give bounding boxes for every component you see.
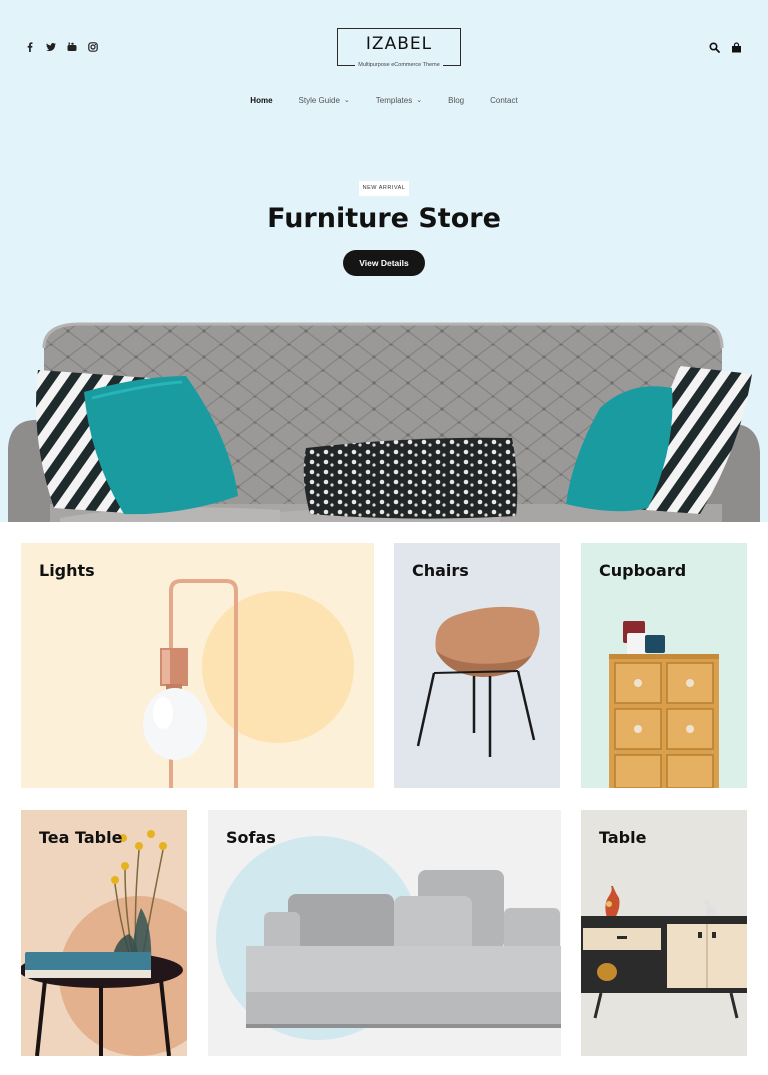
nav-item-contact[interactable]: Contact	[490, 96, 518, 105]
site-logo[interactable]: IZABEL Multipurpose eCommerce Theme	[337, 28, 461, 69]
hero-title: Furniture Store	[267, 203, 501, 234]
nav-item-label: Templates	[375, 96, 413, 105]
chevron-down-icon: ⌄	[343, 96, 350, 104]
view-details-button[interactable]: View Details	[343, 250, 425, 276]
category-label: Lights	[39, 561, 95, 580]
search-icon[interactable]	[708, 41, 720, 53]
hero-sofa-image	[8, 322, 760, 522]
category-tile-table[interactable]: Table	[581, 810, 747, 1056]
new-arrival-badge: NEW ARRIVAL	[359, 181, 409, 196]
nav-item-label: Blog	[448, 96, 465, 105]
category-label: Sofas	[226, 828, 276, 847]
nav-item-style-guide[interactable]: Style Guide ⌄	[299, 96, 350, 105]
page: IZABEL Multipurpose eCommerce Theme Home…	[0, 0, 768, 1075]
nav-item-label: Contact	[490, 96, 518, 105]
chevron-down-icon: ⌄	[416, 96, 423, 104]
twitter-icon[interactable]	[45, 41, 57, 53]
nav-item-templates[interactable]: Templates ⌄	[376, 96, 422, 105]
logo-name: IZABEL	[365, 34, 433, 54]
social-links	[24, 41, 99, 53]
category-label: Chairs	[412, 561, 469, 580]
logo-tagline: Multipurpose eCommerce Theme	[355, 62, 443, 69]
category-tile-tea-table[interactable]: Tea Table	[21, 810, 187, 1056]
header-tools	[708, 41, 742, 53]
category-tile-lights[interactable]: Lights	[21, 543, 374, 788]
category-label: Table	[599, 828, 647, 847]
hero-section: IZABEL Multipurpose eCommerce Theme Home…	[0, 0, 768, 522]
shopping-bag-icon[interactable]	[730, 41, 742, 53]
nav-item-label: Home	[250, 96, 273, 105]
category-label: Cupboard	[599, 561, 687, 580]
nav-item-blog[interactable]: Blog	[448, 96, 464, 105]
category-tile-cupboard[interactable]: Cupboard	[581, 543, 747, 788]
nav-item-home[interactable]: Home	[250, 96, 272, 105]
category-tile-sofas[interactable]: Sofas	[208, 810, 561, 1056]
facebook-icon[interactable]	[24, 41, 36, 53]
main-nav: Home Style Guide ⌄ Templates ⌄ Blog Cont…	[0, 96, 768, 105]
instagram-icon[interactable]	[87, 41, 99, 53]
category-tile-chairs[interactable]: Chairs	[394, 543, 560, 788]
youtube-icon[interactable]	[66, 41, 78, 53]
category-label: Tea Table	[39, 828, 123, 847]
nav-item-label: Style Guide	[298, 96, 340, 105]
